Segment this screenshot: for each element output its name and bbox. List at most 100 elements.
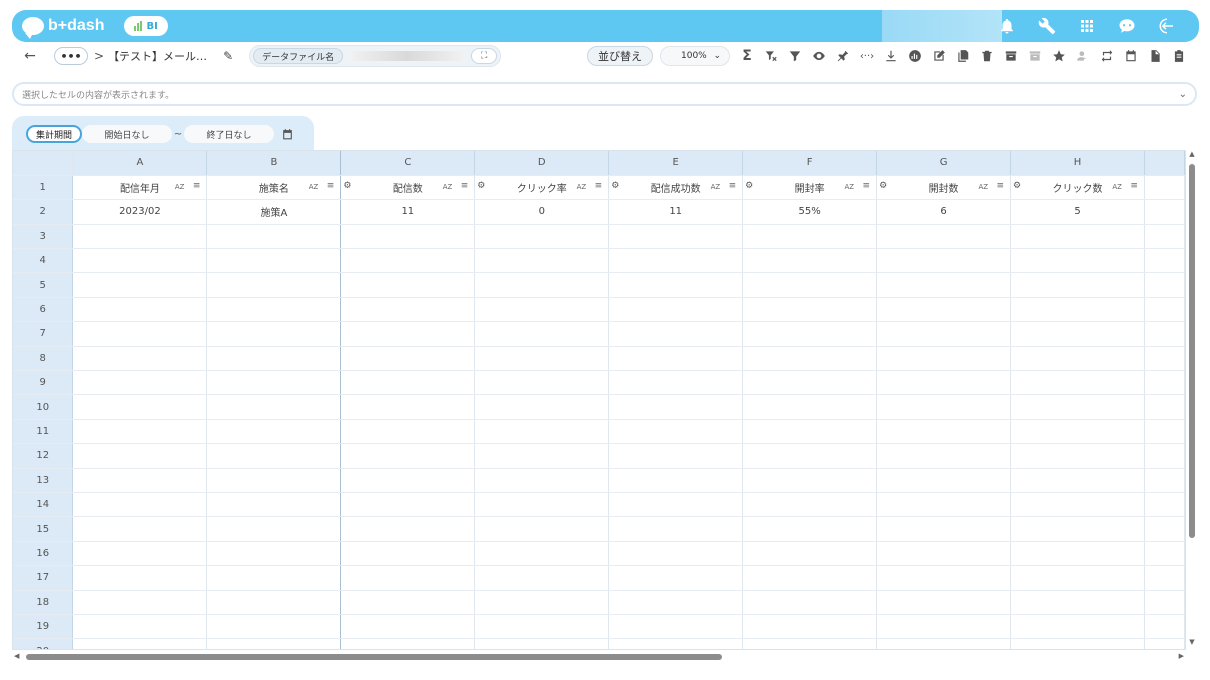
empty-cell[interactable] (608, 370, 744, 396)
empty-cell[interactable] (742, 272, 878, 298)
header-cell[interactable]: ⚙ 開封率 AZ ≡ (742, 175, 878, 201)
sort-az-icon[interactable]: AZ (309, 183, 319, 191)
chat-bot-icon[interactable] (1117, 16, 1137, 36)
empty-cell[interactable] (876, 541, 1012, 567)
wrench-icon[interactable] (1037, 16, 1057, 36)
row-header[interactable]: 14 (13, 492, 74, 518)
grid-cell-extra[interactable] (1144, 248, 1185, 274)
empty-cell[interactable] (340, 419, 476, 445)
breadcrumb-more-button[interactable]: ••• (54, 47, 88, 65)
empty-cell[interactable] (474, 492, 610, 518)
empty-cell[interactable] (742, 248, 878, 274)
empty-cell[interactable] (340, 224, 476, 250)
empty-cell[interactable] (742, 419, 878, 445)
empty-cell[interactable] (72, 638, 208, 649)
empty-cell[interactable] (206, 224, 342, 250)
empty-cell[interactable] (608, 346, 744, 372)
row-header[interactable]: 15 (13, 516, 74, 542)
breadcrumb-title[interactable]: 【テスト】メール… (108, 48, 207, 64)
empty-cell[interactable] (340, 443, 476, 469)
empty-cell[interactable] (608, 565, 744, 591)
row-header[interactable]: 2 (13, 199, 74, 225)
empty-cell[interactable] (1010, 419, 1145, 445)
logo[interactable]: b+dash (22, 17, 104, 39)
empty-cell[interactable] (474, 346, 610, 372)
grid-cell-extra[interactable] (1144, 321, 1185, 347)
archive-icon[interactable] (1002, 46, 1020, 66)
empty-cell[interactable] (742, 297, 878, 323)
scroll-right-icon[interactable]: ▶ (1179, 652, 1184, 660)
empty-cell[interactable] (206, 394, 342, 420)
empty-cell[interactable] (608, 516, 744, 542)
grid-cell-extra[interactable] (1144, 272, 1185, 298)
filter-icon[interactable]: ≡ (193, 181, 201, 191)
empty-cell[interactable] (474, 248, 610, 274)
empty-cell[interactable] (72, 614, 208, 640)
calendar-icon[interactable] (1122, 46, 1140, 66)
sort-az-icon[interactable]: AZ (1112, 183, 1122, 191)
empty-cell[interactable] (72, 370, 208, 396)
grid-cell-extra[interactable] (1144, 565, 1185, 591)
row-header[interactable]: 4 (13, 248, 74, 274)
gear-icon[interactable]: ⚙ (879, 181, 887, 191)
empty-cell[interactable] (340, 321, 476, 347)
grid-cell-extra[interactable] (1144, 516, 1185, 542)
header-cell[interactable]: ⚙ 配信数 AZ ≡ (340, 175, 476, 201)
empty-cell[interactable] (340, 565, 476, 591)
row-header[interactable]: 10 (13, 394, 74, 420)
grid-cell-extra[interactable] (1144, 443, 1185, 469)
empty-cell[interactable] (876, 272, 1012, 298)
empty-cell[interactable] (608, 297, 744, 323)
empty-cell[interactable] (206, 565, 342, 591)
empty-cell[interactable] (206, 248, 342, 274)
empty-cell[interactable] (1010, 638, 1145, 649)
empty-cell[interactable] (608, 492, 744, 518)
user-info-area[interactable] (882, 10, 1002, 42)
empty-cell[interactable] (876, 321, 1012, 347)
empty-cell[interactable] (1010, 614, 1145, 640)
empty-cell[interactable] (206, 419, 342, 445)
vertical-scrollbar[interactable]: ▲ ▼ (1186, 150, 1198, 650)
empty-cell[interactable] (876, 468, 1012, 493)
empty-cell[interactable] (340, 370, 476, 396)
start-date-field[interactable]: 開始日なし (82, 125, 173, 143)
scroll-down-icon[interactable]: ▼ (1186, 638, 1198, 650)
empty-cell[interactable] (72, 541, 208, 567)
star-icon[interactable] (1050, 46, 1068, 66)
grid-cell-extra[interactable] (1144, 614, 1185, 640)
empty-cell[interactable] (206, 346, 342, 372)
empty-cell[interactable] (474, 419, 610, 445)
empty-cell[interactable] (876, 638, 1012, 649)
empty-cell[interactable] (1010, 370, 1145, 396)
end-date-field[interactable]: 終了日なし (184, 125, 275, 143)
empty-cell[interactable] (1010, 443, 1145, 469)
filter-icon[interactable]: ≡ (996, 181, 1004, 191)
sort-az-icon[interactable]: AZ (711, 183, 721, 191)
empty-cell[interactable] (742, 565, 878, 591)
empty-cell[interactable] (206, 541, 342, 567)
sort-az-icon[interactable]: AZ (978, 183, 988, 191)
header-cell[interactable]: ⚙ 配信成功数 AZ ≡ (608, 175, 744, 201)
filter-icon[interactable]: ≡ (1130, 181, 1138, 191)
empty-cell[interactable] (340, 248, 476, 274)
logout-icon[interactable] (1157, 16, 1177, 36)
empty-cell[interactable] (340, 394, 476, 420)
eye-icon[interactable] (810, 46, 828, 66)
data-cell[interactable]: 2023/02 (72, 199, 208, 225)
empty-cell[interactable] (742, 541, 878, 567)
empty-cell[interactable] (876, 419, 1012, 445)
scroll-up-icon[interactable]: ▲ (1186, 150, 1198, 162)
grid-cell-extra[interactable] (1144, 175, 1185, 201)
empty-cell[interactable] (340, 297, 476, 323)
empty-cell[interactable] (474, 297, 610, 323)
empty-cell[interactable] (742, 443, 878, 469)
empty-cell[interactable] (206, 492, 342, 518)
empty-cell[interactable] (876, 492, 1012, 518)
row-header[interactable]: 3 (13, 224, 74, 250)
header-cell[interactable]: ⚙ 開封数 AZ ≡ (876, 175, 1012, 201)
empty-cell[interactable] (206, 272, 342, 298)
grid-cell-extra[interactable] (1144, 370, 1185, 396)
row-header[interactable]: 1 (13, 175, 74, 201)
empty-cell[interactable] (474, 590, 610, 615)
empty-cell[interactable] (742, 321, 878, 347)
